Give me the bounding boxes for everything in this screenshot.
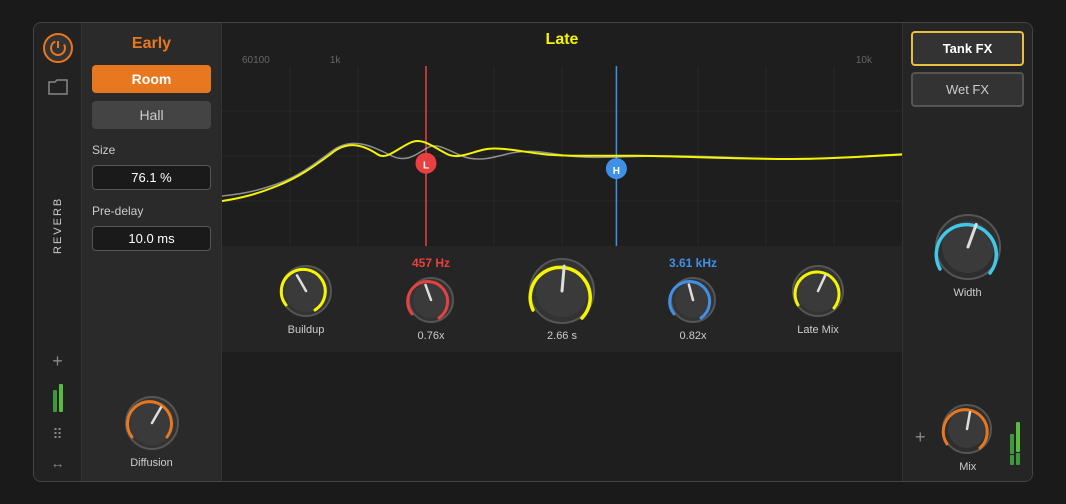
- low-x-group: 457 Hz 0.76x: [405, 256, 457, 342]
- wet-fx-button[interactable]: Wet FX: [911, 72, 1024, 107]
- right-panel: Tank FX Wet FX Width +: [902, 23, 1032, 481]
- controls-row: Buildup 457 Hz 0.76x: [222, 246, 902, 352]
- main-panel: Late 60 100 1k 10k: [222, 23, 902, 481]
- add-left-button[interactable]: +: [52, 351, 63, 372]
- late-title: Late: [222, 23, 902, 53]
- tank-fx-button[interactable]: Tank FX: [911, 31, 1024, 66]
- plugin-label: REVERB: [52, 111, 64, 339]
- size-value[interactable]: 76.1 %: [92, 165, 211, 190]
- meter-left: [53, 384, 63, 412]
- decay-group: 2.66 s: [527, 256, 597, 342]
- hall-button[interactable]: Hall: [92, 101, 211, 129]
- power-button[interactable]: [43, 33, 73, 63]
- late-mix-knob[interactable]: [789, 262, 847, 320]
- high-x-knob[interactable]: [667, 274, 719, 326]
- svg-text:L: L: [423, 161, 429, 172]
- high-x-group: 3.61 kHz 0.82x: [667, 256, 719, 342]
- late-mix-group: Late Mix: [789, 262, 847, 336]
- diffusion-label: Diffusion: [130, 457, 173, 469]
- high-freq-label: 3.61 kHz: [669, 256, 717, 270]
- eq-display[interactable]: L H: [222, 66, 902, 246]
- late-mix-label: Late Mix: [797, 324, 839, 336]
- predelay-label: Pre-delay: [92, 204, 211, 218]
- folder-button[interactable]: [43, 75, 73, 99]
- meter-right: [1010, 410, 1020, 465]
- diffusion-area: Diffusion: [92, 259, 211, 469]
- frequency-ruler: 60 100 1k 10k: [222, 53, 902, 66]
- left-sidebar: REVERB + ⠿ ↔: [34, 23, 82, 481]
- grid-icon[interactable]: ⠿: [52, 426, 62, 443]
- diffusion-knob[interactable]: [122, 393, 182, 453]
- predelay-value[interactable]: 10.0 ms: [92, 226, 211, 251]
- add-right-button[interactable]: +: [915, 427, 926, 448]
- buildup-knob[interactable]: [277, 262, 335, 320]
- low-x-label: 0.76x: [418, 330, 445, 342]
- eq-grid: L H: [222, 66, 902, 246]
- width-label: Width: [953, 287, 981, 299]
- early-panel: Early Room Hall Size 76.1 % Pre-delay 10…: [82, 23, 222, 481]
- width-area: Width: [932, 113, 1004, 396]
- settings-icon[interactable]: ↔: [51, 455, 65, 471]
- low-x-knob[interactable]: [405, 274, 457, 326]
- decay-knob[interactable]: [527, 256, 597, 326]
- buildup-group: Buildup: [277, 262, 335, 336]
- low-freq-label: 457 Hz: [412, 256, 450, 270]
- high-x-label: 0.82x: [680, 330, 707, 342]
- width-knob[interactable]: [932, 211, 1004, 283]
- mix-label: Mix: [959, 461, 976, 473]
- early-title: Early: [92, 35, 211, 53]
- room-button[interactable]: Room: [92, 65, 211, 93]
- decay-label: 2.66 s: [547, 330, 577, 342]
- buildup-label: Buildup: [288, 324, 325, 336]
- size-label: Size: [92, 143, 211, 157]
- mix-area: Mix: [940, 402, 995, 473]
- plus-mix-row: + Mix: [911, 402, 1024, 473]
- svg-text:H: H: [613, 166, 620, 177]
- plugin-container: REVERB + ⠿ ↔ Early Room Hall Size 76.1 %…: [33, 22, 1033, 482]
- mix-knob[interactable]: [940, 402, 995, 457]
